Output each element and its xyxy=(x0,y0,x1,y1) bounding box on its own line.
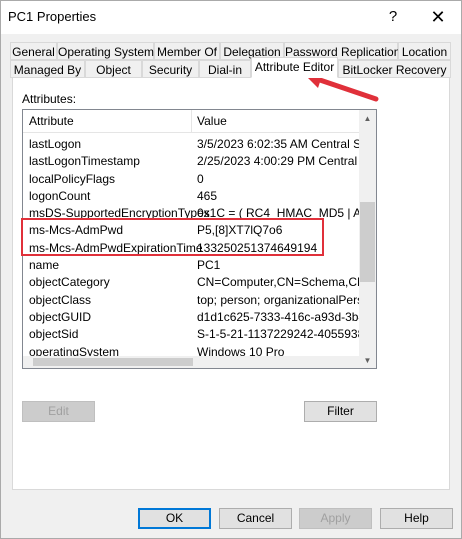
attribute-value: 0x1C = ( RC4_HMAC_MD5 | AES1 xyxy=(197,206,361,221)
attribute-value: 0 xyxy=(197,171,204,186)
table-row[interactable]: objectCategory CN=Computer,CN=Schema,CN=C… xyxy=(23,274,361,291)
table-row[interactable]: msDS-SupportedEncryptionTypes 0x1C = ( RC… xyxy=(23,205,361,222)
table-row[interactable]: objectGUID d1d1c625-7333-416c-a93d-3b4cbd xyxy=(23,309,361,326)
apply-button[interactable]: Apply xyxy=(299,508,372,529)
attribute-value: S-1-5-21-1137229242-4055938608 xyxy=(197,327,361,342)
tab-attribute-editor[interactable]: Attribute Editor xyxy=(251,57,338,78)
attribute-rows: lastLogon 3/5/2023 6:02:35 AM Central Sta… xyxy=(23,136,361,368)
column-header-attribute[interactable]: Attribute xyxy=(29,114,74,128)
tab-general[interactable]: General xyxy=(10,42,57,60)
table-row[interactable]: objectClass top; person; organizationalPe… xyxy=(23,292,361,309)
ok-button[interactable]: OK xyxy=(138,508,211,529)
attribute-value: 2/25/2023 4:00:29 PM Central Sta xyxy=(197,154,361,169)
window-title: PC1 Properties xyxy=(8,9,97,24)
attribute-value: top; person; organizationalPerson; xyxy=(197,292,361,307)
title-bar: PC1 Properties ? ✕ xyxy=(0,0,462,34)
horizontal-scrollbar[interactable] xyxy=(23,356,361,368)
attribute-name: ms-Mcs-AdmPwdExpirationTime xyxy=(29,240,203,255)
attribute-name: msDS-SupportedEncryptionTypes xyxy=(29,206,210,221)
scroll-up-arrow-icon[interactable]: ▲ xyxy=(359,110,376,127)
attribute-name: objectSid xyxy=(29,327,79,342)
attribute-value: PC1 xyxy=(197,258,221,273)
tab-managed-by[interactable]: Managed By xyxy=(10,60,85,78)
attribute-value: 3/5/2023 6:02:35 AM Central Stan xyxy=(197,137,361,151)
list-header: Attribute Value xyxy=(23,110,361,133)
scroll-down-arrow-icon[interactable]: ▼ xyxy=(359,352,376,368)
filter-button[interactable]: Filter xyxy=(304,401,377,422)
attribute-name: objectGUID xyxy=(29,309,92,324)
attribute-name: logonCount xyxy=(29,188,91,203)
attribute-name: objectCategory xyxy=(29,275,110,290)
close-icon[interactable]: ✕ xyxy=(422,4,454,30)
table-row[interactable]: objectSid S-1-5-21-1137229242-4055938608 xyxy=(23,326,361,343)
attribute-name: lastLogon xyxy=(29,137,82,151)
table-row[interactable]: lastLogonTimestamp 2/25/2023 4:00:29 PM C… xyxy=(23,153,361,170)
tab-member-of[interactable]: Member Of xyxy=(154,42,220,60)
tab-location[interactable]: Location xyxy=(398,42,451,60)
table-row[interactable]: localPolicyFlags 0 xyxy=(23,171,361,188)
attribute-name: localPolicyFlags xyxy=(29,171,116,186)
attribute-name: ms-Mcs-AdmPwd xyxy=(29,223,124,238)
table-row[interactable]: name PC1 xyxy=(23,257,361,274)
table-row[interactable]: ms-Mcs-AdmPwd P5,[8]XT7lQ7o6 xyxy=(23,222,361,239)
help-icon[interactable]: ? xyxy=(377,4,409,30)
column-divider[interactable] xyxy=(191,110,192,132)
attributes-label: Attributes: xyxy=(22,92,77,106)
attribute-name: lastLogonTimestamp xyxy=(29,154,140,169)
attribute-name: objectClass xyxy=(29,292,92,307)
horizontal-scroll-thumb[interactable] xyxy=(33,358,193,366)
attribute-value: d1d1c625-7333-416c-a93d-3b4cbd xyxy=(197,309,361,324)
attribute-value: 133250251374649194 xyxy=(197,240,318,255)
attribute-value: 465 xyxy=(197,188,218,203)
tab-dial-in[interactable]: Dial-in xyxy=(199,60,251,78)
tab-operating-system[interactable]: Operating System xyxy=(57,42,154,60)
attribute-value: CN=Computer,CN=Schema,CN=Co xyxy=(197,275,361,290)
table-row[interactable]: ms-Mcs-AdmPwdExpirationTime 1332502513746… xyxy=(23,240,361,257)
cancel-button[interactable]: Cancel xyxy=(219,508,292,529)
tab-object[interactable]: Object xyxy=(85,60,142,78)
tab-security[interactable]: Security xyxy=(142,60,199,78)
column-header-value[interactable]: Value xyxy=(197,114,227,128)
attribute-name: name xyxy=(29,258,60,273)
vertical-scroll-thumb[interactable] xyxy=(360,202,375,282)
attributes-list[interactable]: Attribute Value lastLogon 3/5/2023 6:02:3… xyxy=(22,109,377,369)
table-row[interactable]: logonCount 465 xyxy=(23,188,361,205)
table-row[interactable]: lastLogon 3/5/2023 6:02:35 AM Central Sta… xyxy=(23,136,361,153)
vertical-scrollbar[interactable]: ▲ ▼ xyxy=(359,110,376,368)
help-button[interactable]: Help xyxy=(380,508,453,529)
edit-button[interactable]: Edit xyxy=(22,401,95,422)
attribute-value: P5,[8]XT7lQ7o6 xyxy=(197,223,283,238)
